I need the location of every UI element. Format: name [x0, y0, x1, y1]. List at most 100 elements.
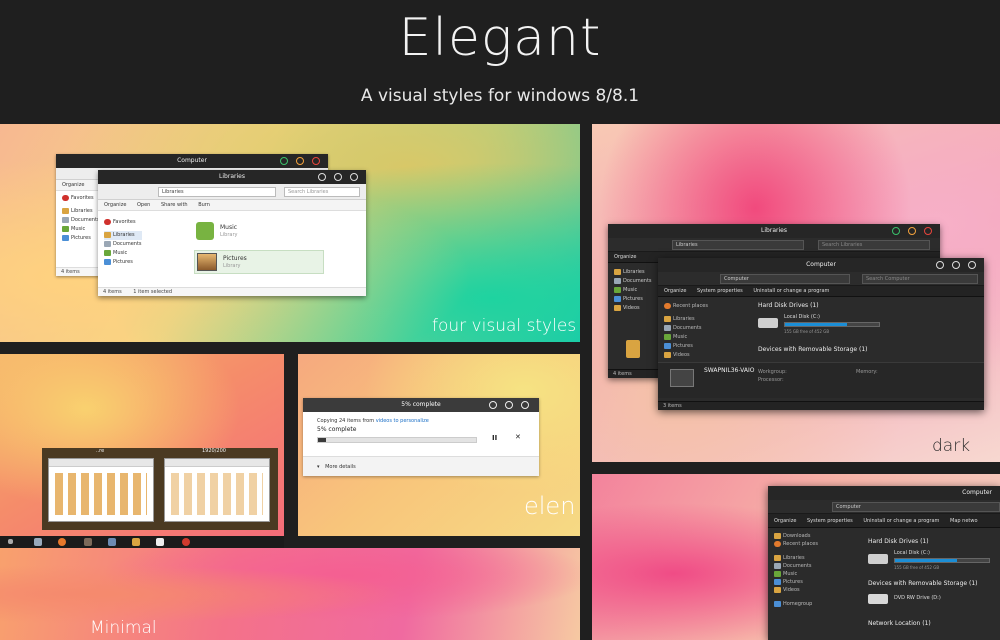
preview-tile-four-styles: Computer Organize Favorites Libraries Do… — [0, 124, 580, 342]
nav-item-documents[interactable]: Documents — [774, 562, 818, 570]
nav-item-libraries[interactable]: Libraries — [614, 268, 652, 277]
page-title: Elegant — [398, 8, 602, 68]
window-icon[interactable] — [156, 538, 164, 546]
close-icon[interactable] — [350, 173, 358, 181]
address-bar: Libraries Search Libraries — [98, 184, 366, 200]
address-input[interactable]: Computer — [832, 502, 1000, 512]
system-properties-button[interactable]: System properties — [697, 288, 743, 294]
drive-item-dvd[interactable]: DVD RW Drive (D:) — [868, 592, 998, 608]
chevron-down-icon: ▾ — [317, 464, 320, 470]
destination-link[interactable]: videos to personalize — [376, 418, 429, 424]
nav-item-pictures[interactable]: Pictures — [62, 234, 100, 243]
thumbnail-label-right: 1920/200 — [202, 448, 226, 454]
nav-item-homegroup[interactable]: Homegroup — [774, 600, 818, 608]
more-details-toggle[interactable]: ▾ More details — [303, 456, 539, 476]
nav-item-libraries[interactable]: Libraries — [664, 315, 708, 324]
address-input[interactable]: Libraries — [672, 240, 804, 250]
nav-item-recent-places[interactable]: Recent places — [774, 540, 818, 548]
nav-item-music[interactable]: Music — [774, 570, 818, 578]
minimize-icon[interactable] — [892, 227, 900, 235]
organize-button[interactable]: Organize — [62, 182, 84, 188]
nav-item-music[interactable]: Music — [664, 333, 708, 342]
minimize-icon[interactable] — [318, 173, 326, 181]
open-button[interactable]: Open — [137, 202, 150, 208]
folder-icon[interactable] — [132, 538, 140, 546]
nav-item-videos[interactable]: Videos — [774, 586, 818, 594]
organize-button[interactable]: Organize — [664, 288, 686, 294]
maximize-icon[interactable] — [334, 173, 342, 181]
close-icon[interactable] — [312, 157, 320, 165]
nav-item-videos[interactable]: Videos — [614, 304, 652, 313]
disk-usage-bar — [784, 322, 880, 327]
organize-button[interactable]: Organize — [774, 518, 796, 524]
nav-item-music[interactable]: Music — [614, 286, 652, 295]
nav-item-pictures[interactable]: Pictures — [614, 295, 652, 304]
burn-button[interactable]: Burn — [198, 202, 210, 208]
media-player-icon[interactable] — [182, 538, 190, 546]
nav-item-favorites[interactable]: Favorites — [104, 218, 142, 227]
maximize-icon[interactable] — [908, 227, 916, 235]
nav-item-documents[interactable]: Documents — [664, 324, 708, 333]
preview-tile-minimal: Minimal — [0, 548, 580, 640]
nav-item-favorites[interactable]: Favorites — [62, 194, 100, 203]
cancel-button[interactable]: ✕ — [515, 433, 521, 441]
media-icon[interactable] — [108, 538, 116, 546]
library-item-pictures[interactable]: Pictures Library — [194, 250, 324, 274]
app-icon[interactable] — [84, 538, 92, 546]
firefox-icon[interactable] — [58, 538, 66, 546]
nav-item-pictures[interactable]: Pictures — [104, 258, 142, 267]
music-icon — [774, 570, 781, 577]
explorer-icon[interactable] — [34, 538, 42, 546]
title-bar: Computer — [56, 154, 328, 168]
uninstall-program-button[interactable]: Uninstall or change a program — [863, 518, 939, 524]
nav-item-recent-places[interactable]: Recent places — [664, 302, 708, 311]
window-thumbnail-right[interactable] — [164, 458, 270, 522]
nav-item-documents[interactable]: Documents — [104, 240, 142, 249]
maximize-icon[interactable] — [505, 401, 513, 409]
nav-item-music[interactable]: Music — [104, 249, 142, 258]
maximize-icon[interactable] — [296, 157, 304, 165]
minimize-icon[interactable] — [489, 401, 497, 409]
nav-item-pictures[interactable]: Pictures — [774, 578, 818, 586]
nav-item-downloads[interactable]: Downloads — [774, 532, 818, 540]
start-icon[interactable] — [8, 539, 13, 544]
tile-label-dark: dark — [932, 436, 971, 456]
search-input[interactable]: Search Computer — [862, 274, 978, 284]
share-button[interactable]: Share with — [161, 202, 188, 208]
pause-button[interactable]: II — [492, 434, 497, 442]
nav-item-music[interactable]: Music — [62, 225, 100, 234]
close-icon[interactable] — [521, 401, 529, 409]
minimize-icon[interactable] — [936, 261, 944, 269]
drive-item-local-disk[interactable]: Local Disk (C:) 155 GB free of 452 GB — [868, 550, 998, 574]
nav-item-libraries[interactable]: Libraries — [62, 207, 100, 216]
title-bar: Libraries — [608, 224, 940, 238]
uninstall-program-button[interactable]: Uninstall or change a program — [753, 288, 829, 294]
close-icon[interactable] — [968, 261, 976, 269]
library-item-music[interactable]: Music Library — [194, 220, 324, 244]
search-input[interactable]: Search Libraries — [818, 240, 930, 250]
map-network-button[interactable]: Map netwo — [950, 518, 978, 524]
recent-places-icon — [774, 540, 781, 547]
nav-item-videos[interactable]: Videos — [664, 351, 708, 360]
library-icon — [664, 315, 671, 322]
system-properties-button[interactable]: System properties — [807, 518, 853, 524]
close-icon[interactable] — [924, 227, 932, 235]
video-icon — [774, 586, 781, 593]
address-input[interactable]: Computer — [720, 274, 850, 284]
minimize-icon[interactable] — [280, 157, 288, 165]
maximize-icon[interactable] — [952, 261, 960, 269]
nav-item-documents[interactable]: Documents — [62, 216, 100, 225]
address-input[interactable]: Libraries — [158, 187, 276, 197]
nav-item-documents[interactable]: Documents — [614, 277, 652, 286]
nav-item-libraries[interactable]: Libraries — [774, 554, 818, 562]
organize-button[interactable]: Organize — [614, 254, 636, 260]
organize-button[interactable]: Organize — [104, 202, 126, 208]
search-input[interactable]: Search Libraries — [284, 187, 360, 197]
nav-item-pictures[interactable]: Pictures — [664, 342, 708, 351]
navigation-pane: Recent places Libraries Documents Music … — [664, 302, 708, 360]
drive-item-local-disk[interactable]: Local Disk (C:) 155 GB free of 452 GB — [758, 314, 888, 338]
nav-item-libraries[interactable]: Libraries — [104, 231, 142, 240]
copy-description: Copying 24 items from videos to personal… — [317, 418, 429, 424]
status-bar: 3 items — [658, 401, 984, 410]
window-thumbnail-left[interactable] — [48, 458, 154, 522]
